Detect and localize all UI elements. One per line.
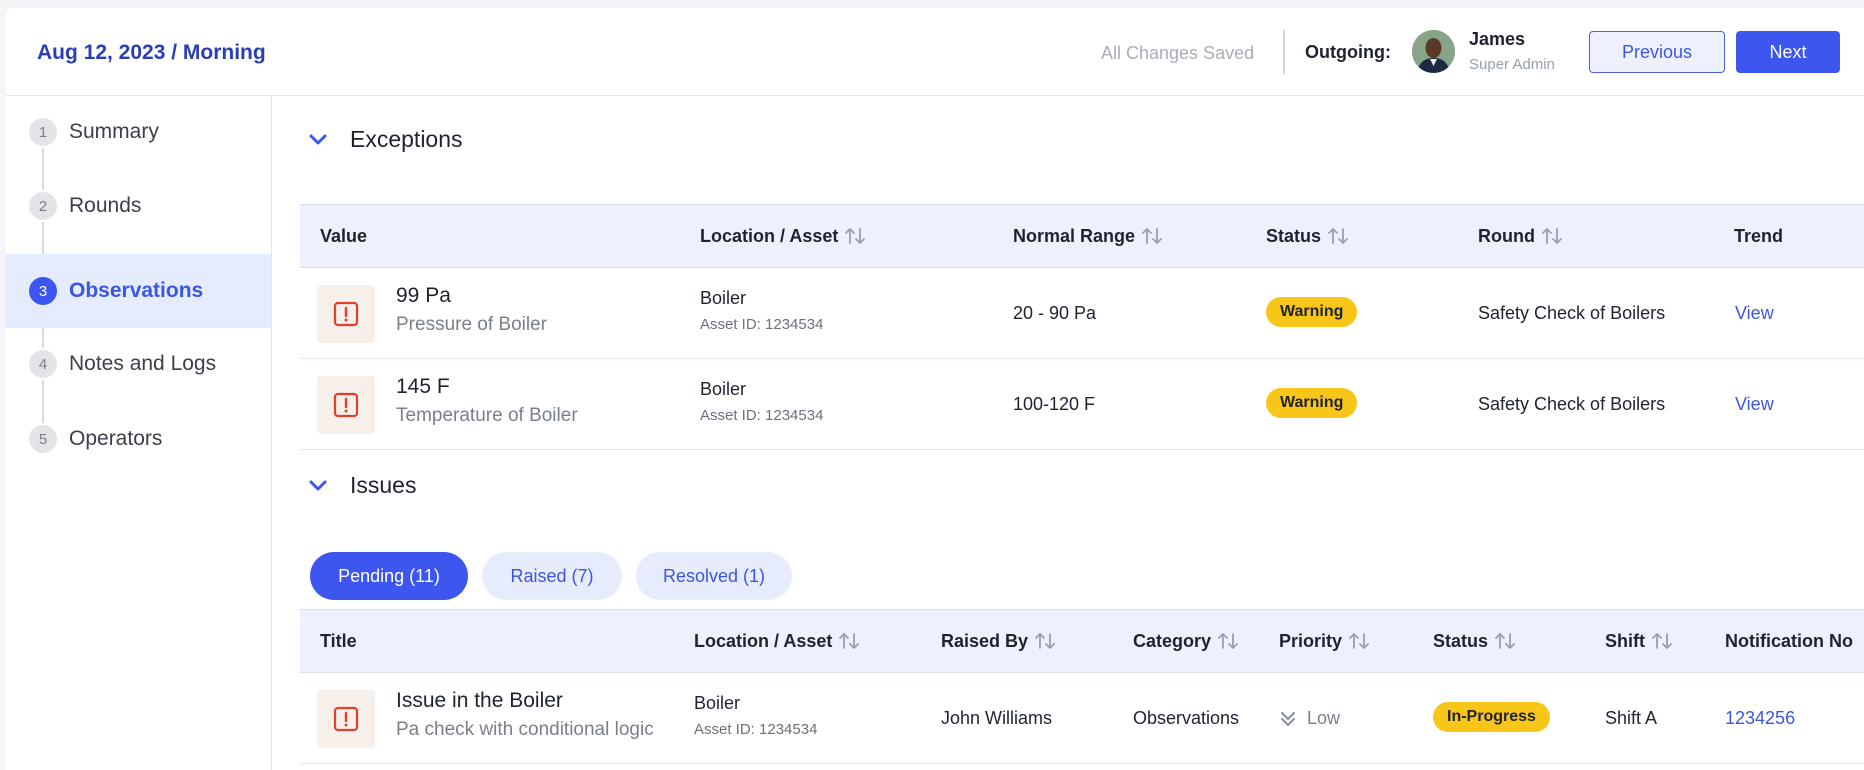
avatar <box>1412 30 1455 73</box>
column-header-title: Title <box>320 630 357 651</box>
status-badge: Warning <box>1266 297 1358 327</box>
chevron-down-icon <box>309 134 327 144</box>
step-label: Rounds <box>69 194 142 217</box>
step-label: Notes and Logs <box>69 352 217 375</box>
user-name: James <box>1469 29 1526 49</box>
header-divider <box>1283 30 1285 74</box>
step-number: 5 <box>27 423 59 455</box>
sort-icon[interactable] <box>1141 226 1163 246</box>
sidebar-item-observations[interactable]: 3 Observations <box>6 254 271 328</box>
step-label: Operators <box>69 427 163 450</box>
column-header-round[interactable]: Round <box>1478 205 1563 267</box>
outgoing-label: Outgoing: <box>1305 42 1391 62</box>
sort-icon[interactable] <box>1541 226 1563 246</box>
round-name: Safety Check of Boilers <box>1478 394 1666 414</box>
shift-date: Aug 12, 2023 / Morning <box>37 41 266 64</box>
sidebar-item-summary[interactable]: 1 Summary <box>6 96 271 168</box>
step-number: 2 <box>27 190 59 222</box>
exceptions-table-header: Value Location / Asset Normal Range Stat… <box>300 204 1864 268</box>
column-header-category[interactable]: Category <box>1133 610 1239 672</box>
asset-id: Asset ID: 1234534 <box>694 721 818 738</box>
column-header-status[interactable]: Status <box>1266 205 1349 267</box>
sidebar-item-operators[interactable]: 5 Operators <box>6 403 271 475</box>
round-name: Safety Check of Boilers <box>1478 303 1666 323</box>
tab-pending[interactable]: Pending (11) <box>310 552 468 600</box>
issues-section-toggle[interactable]: Issues <box>306 472 416 499</box>
trend-view-link[interactable]: View <box>1735 394 1774 415</box>
previous-button[interactable]: Previous <box>1589 31 1725 73</box>
alert-icon <box>317 376 375 434</box>
table-row[interactable]: 99 Pa Pressure of Boiler Boiler Asset ID… <box>300 268 1864 359</box>
column-header-location[interactable]: Location / Asset <box>700 205 866 267</box>
column-header-trend: Trend <box>1734 225 1784 246</box>
column-header-normal-range[interactable]: Normal Range <box>1013 205 1163 267</box>
column-header-notification-no: Notification No <box>1725 630 1853 651</box>
alert-icon <box>317 690 375 748</box>
shift: Shift A <box>1605 708 1658 728</box>
column-header-location[interactable]: Location / Asset <box>694 610 860 672</box>
location-name: Boiler <box>700 288 747 308</box>
step-number: 3 <box>27 275 59 307</box>
table-row[interactable]: Issue in the Boiler Pa check with condit… <box>300 673 1864 764</box>
priority-low-icon <box>1281 711 1295 726</box>
sort-icon[interactable] <box>844 226 866 246</box>
avatar-image <box>1412 30 1455 73</box>
exception-value: 99 Pa <box>396 284 451 307</box>
asset-id: Asset ID: 1234534 <box>700 407 824 424</box>
tab-raised[interactable]: Raised (7) <box>482 552 622 600</box>
exception-value: 145 F <box>396 375 450 398</box>
save-status: All Changes Saved <box>1101 43 1255 63</box>
issue-description: Pa check with conditional logic <box>396 719 654 740</box>
column-header-raised-by[interactable]: Raised By <box>941 610 1056 672</box>
app-window: Aug 12, 2023 / Morning All Changes Saved… <box>6 8 1864 770</box>
notification-link[interactable]: 1234256 <box>1725 708 1795 729</box>
column-header-shift[interactable]: Shift <box>1605 610 1673 672</box>
issues-title: Issues <box>350 472 417 498</box>
asset-id: Asset ID: 1234534 <box>700 316 824 333</box>
status-badge: In-Progress <box>1433 702 1550 732</box>
raised-by: John Williams <box>941 708 1053 728</box>
location-name: Boiler <box>694 693 741 713</box>
next-button[interactable]: Next <box>1736 31 1840 73</box>
column-header-status[interactable]: Status <box>1433 610 1516 672</box>
priority-label: Low <box>1307 708 1341 728</box>
sidebar-item-notes-and-logs[interactable]: 4 Notes and Logs <box>6 328 271 400</box>
status-badge: Warning <box>1266 388 1358 418</box>
user-role: Super Admin <box>1469 56 1555 73</box>
category: Observations <box>1133 708 1240 728</box>
sidebar-item-rounds[interactable]: 2 Rounds <box>6 170 271 242</box>
sort-icon[interactable] <box>1494 631 1516 651</box>
sort-icon[interactable] <box>1651 631 1673 651</box>
exception-description: Pressure of Boiler <box>396 314 548 335</box>
table-row[interactable]: 145 F Temperature of Boiler Boiler Asset… <box>300 359 1864 450</box>
exception-description: Temperature of Boiler <box>396 405 578 426</box>
location-name: Boiler <box>700 379 747 399</box>
exceptions-title: Exceptions <box>350 126 463 152</box>
exceptions-section-toggle[interactable]: Exceptions <box>306 126 463 153</box>
issue-title[interactable]: Issue in the Boiler <box>396 689 563 713</box>
sort-icon[interactable] <box>1348 631 1370 651</box>
step-number: 1 <box>27 116 59 148</box>
top-bar: Aug 12, 2023 / Morning All Changes Saved… <box>6 8 1864 96</box>
sort-icon[interactable] <box>1327 226 1349 246</box>
priority: Low <box>1279 708 1340 729</box>
main-content: Exceptions Value Location / Asset Normal… <box>272 96 1864 770</box>
tab-resolved[interactable]: Resolved (1) <box>636 552 792 600</box>
normal-range: 100-120 F <box>1013 394 1096 414</box>
trend-view-link[interactable]: View <box>1735 303 1774 324</box>
sort-icon[interactable] <box>1217 631 1239 651</box>
column-header-value: Value <box>320 225 368 246</box>
sort-icon[interactable] <box>838 631 860 651</box>
alert-icon <box>317 285 375 343</box>
normal-range: 20 - 90 Pa <box>1013 303 1097 323</box>
step-number: 4 <box>27 348 59 380</box>
stepper-sidebar: 1 Summary 2 Rounds 3 Observations 4 Note… <box>6 96 272 770</box>
step-label: Observations <box>69 279 204 302</box>
issues-table-header: Title Location / Asset Raised By Categor… <box>300 609 1864 673</box>
step-label: Summary <box>69 120 159 143</box>
chevron-down-icon <box>309 480 327 490</box>
column-header-priority[interactable]: Priority <box>1279 610 1370 672</box>
sort-icon[interactable] <box>1034 631 1056 651</box>
